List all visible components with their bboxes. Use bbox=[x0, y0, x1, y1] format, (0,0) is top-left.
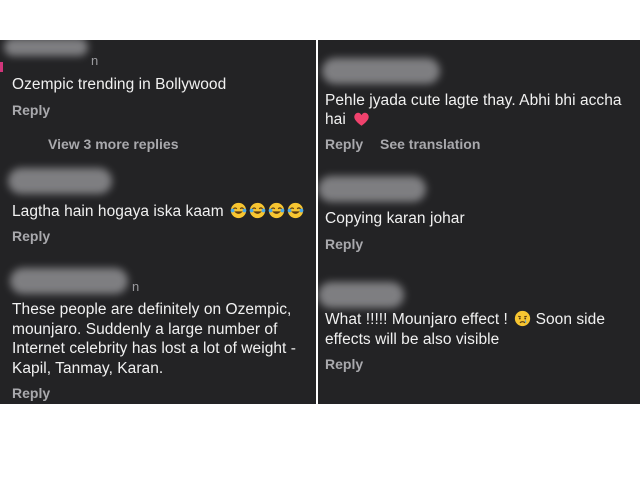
comment-text-line: What !!!!! Mounjaro effect ! bbox=[325, 311, 508, 328]
reply-button[interactable]: Reply bbox=[325, 356, 363, 372]
comment-text-line: hai bbox=[325, 111, 346, 128]
username-fragment: n bbox=[132, 279, 140, 294]
comment-text-line: mounjaro. Suddenly a large number of bbox=[12, 320, 278, 338]
blurred-username bbox=[318, 282, 404, 308]
comment-text-row: Lagtha hain hogaya iska kaam bbox=[12, 202, 304, 222]
comment-text: Ozempic trending in Bollywood bbox=[12, 76, 227, 93]
reply-button[interactable]: Reply bbox=[12, 385, 50, 401]
laughing-tears-emoji bbox=[287, 202, 304, 219]
reply-button[interactable]: Reply bbox=[325, 236, 363, 252]
blurred-username bbox=[318, 176, 426, 202]
comments-panel-right: Pehle jyada cute lagte thay. Abhi bhi ac… bbox=[318, 40, 640, 404]
comment-text-row: hai bbox=[325, 110, 370, 130]
reply-button[interactable]: Reply bbox=[325, 136, 363, 152]
laughing-tears-emoji bbox=[249, 202, 266, 219]
heart-emoji bbox=[354, 112, 369, 126]
crying-face-emoji bbox=[515, 310, 531, 327]
laughing-tears-emoji bbox=[230, 202, 247, 219]
reply-button[interactable]: Reply bbox=[12, 228, 50, 244]
laughing-tears-emoji bbox=[268, 202, 285, 219]
comment-text-line: Pehle jyada cute lagte thay. Abhi bhi ac… bbox=[325, 92, 622, 109]
reply-button[interactable]: Reply bbox=[12, 102, 50, 118]
story-ring-edge bbox=[0, 62, 3, 72]
username-fragment: n bbox=[91, 53, 99, 68]
blurred-username bbox=[322, 58, 440, 84]
comment-text: Copying karan johar bbox=[325, 210, 465, 227]
comment-text-line: These people are definitely on Ozempic, bbox=[12, 301, 292, 318]
comments-panel-left: n Ozempic trending in Bollywood Reply Vi… bbox=[0, 40, 316, 404]
blurred-username bbox=[4, 40, 88, 56]
blurred-username bbox=[8, 168, 112, 194]
comment-text-line: Internet celebrity has lost a lot of wei… bbox=[12, 340, 296, 357]
blurred-username bbox=[10, 268, 128, 294]
comment-text-line: Soon side bbox=[535, 311, 605, 328]
comment-text-line: Kapil, Tanmay, Karan. bbox=[12, 359, 164, 377]
see-translation-button[interactable]: See translation bbox=[380, 136, 480, 152]
comment-text-line: effects will be also visible bbox=[325, 330, 500, 348]
comment-text-row: What !!!!! Mounjaro effect ! Soon side bbox=[325, 310, 605, 330]
comment-text: Lagtha hain hogaya iska kaam bbox=[12, 203, 224, 220]
view-more-replies-button[interactable]: View 3 more replies bbox=[48, 136, 178, 152]
